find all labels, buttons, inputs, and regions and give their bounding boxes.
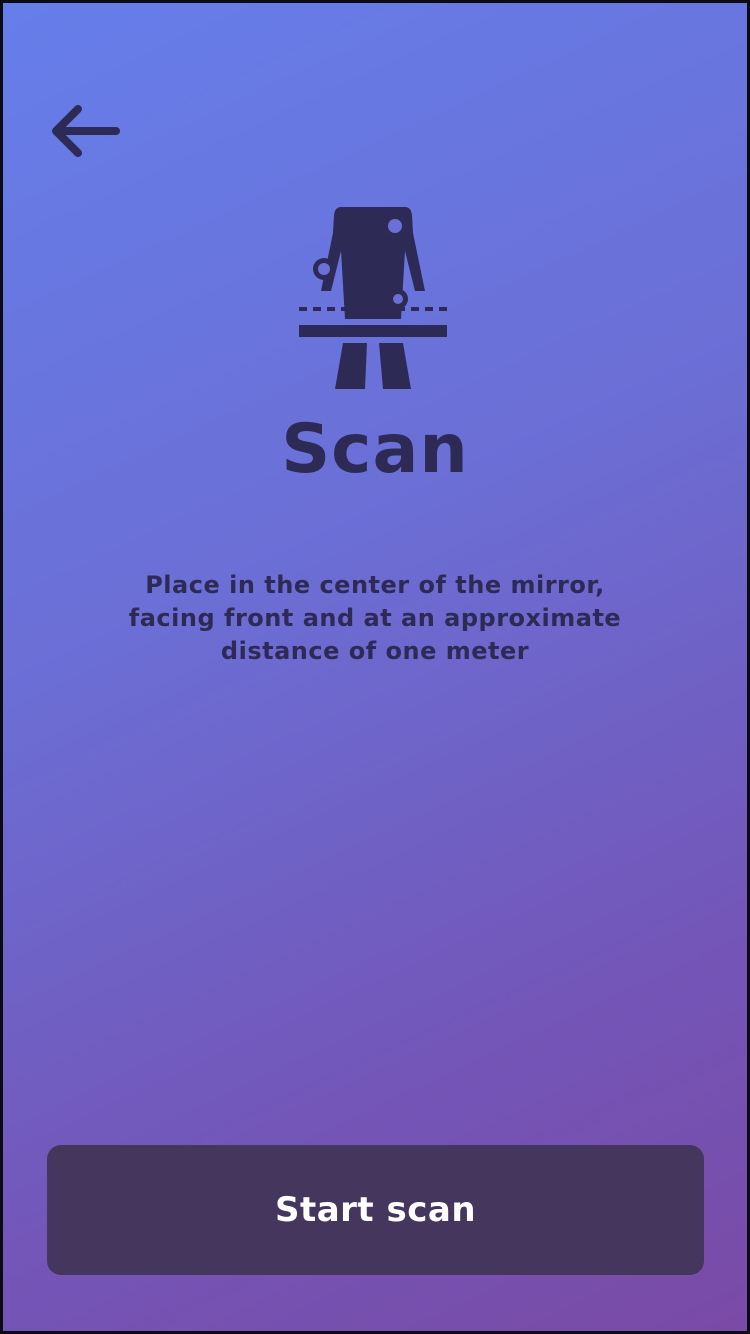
instructions-text: Place in the center of the mirror, facin… [128, 571, 622, 665]
start-scan-button[interactable]: Start scan [47, 1145, 704, 1275]
scan-screen: Scan Place in the center of the mirror, … [0, 0, 750, 1334]
page-title: Scan [281, 410, 469, 489]
body-scan-icon [293, 203, 453, 395]
arrow-left-icon [52, 105, 120, 157]
back-button[interactable] [43, 95, 125, 167]
